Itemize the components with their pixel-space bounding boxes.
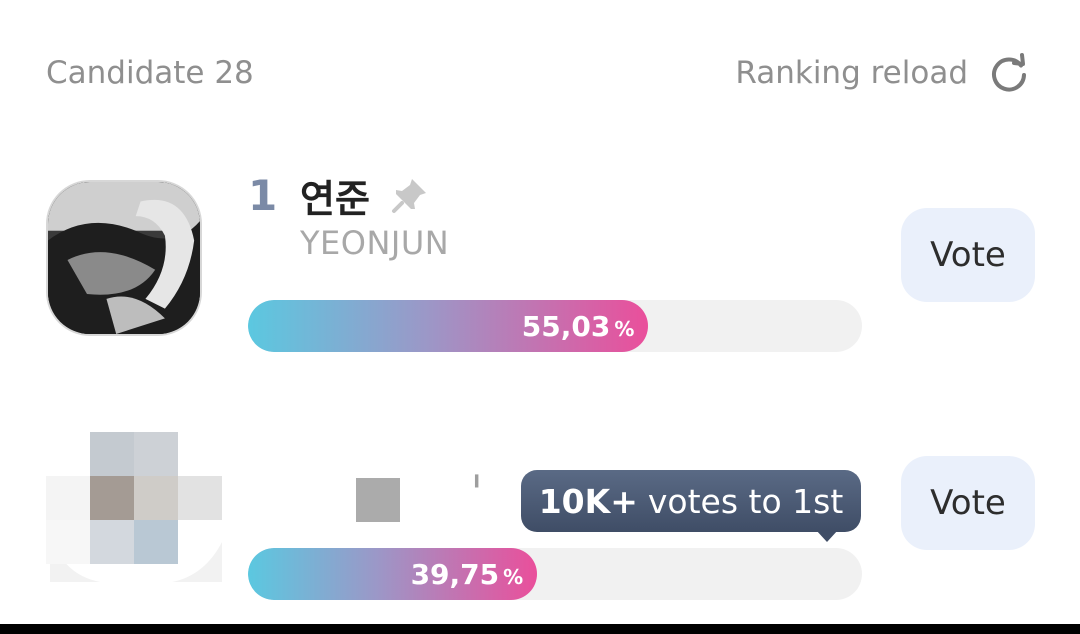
tooltip-tail	[816, 530, 838, 542]
avatar-pixelated	[46, 432, 226, 582]
ranking-reload-label: Ranking reload	[735, 55, 968, 91]
percent-sign: %	[614, 317, 635, 341]
vote-button[interactable]: Vote	[901, 456, 1035, 550]
censored-name-mark: ╹	[470, 476, 484, 501]
candidate-name-english: YEONJUN	[300, 224, 450, 262]
vote-progress-fill: 55,03 %	[248, 300, 649, 352]
vote-progress-fill: 39,75 %	[248, 548, 538, 600]
percent-sign: %	[503, 565, 524, 589]
vote-progress-bar: 39,75 %	[248, 548, 862, 600]
vote-progress-bar: 55,03 %	[248, 300, 862, 352]
tooltip-bold-count: 10K+	[538, 481, 638, 521]
rank-name-line: 1 연준	[248, 170, 430, 221]
avatar	[46, 180, 202, 336]
candidate-name-korean: 연준	[300, 176, 370, 221]
pin-icon[interactable]	[390, 175, 430, 215]
candidate-row-2: ╹ 10K+ votes to 1st 39,75 % Vote	[0, 420, 1080, 620]
vote-percent: 55,03	[521, 309, 611, 343]
votes-to-first-tooltip: 10K+ votes to 1st	[521, 470, 861, 532]
vote-percent: 39,75	[410, 557, 500, 591]
candidate-count: Candidate 28	[46, 55, 254, 91]
tooltip-text: votes to 1st	[647, 481, 844, 521]
bottom-edge	[0, 624, 1080, 634]
censored-name-block	[356, 478, 400, 522]
ranking-reload-button[interactable]: Ranking reload	[735, 52, 1030, 94]
vote-button[interactable]: Vote	[901, 208, 1035, 302]
reload-icon[interactable]	[988, 52, 1030, 94]
candidate-row-1: 1 연준 YEONJUN 55,03 % Vote	[0, 170, 1080, 372]
rank-number: 1	[248, 170, 278, 220]
